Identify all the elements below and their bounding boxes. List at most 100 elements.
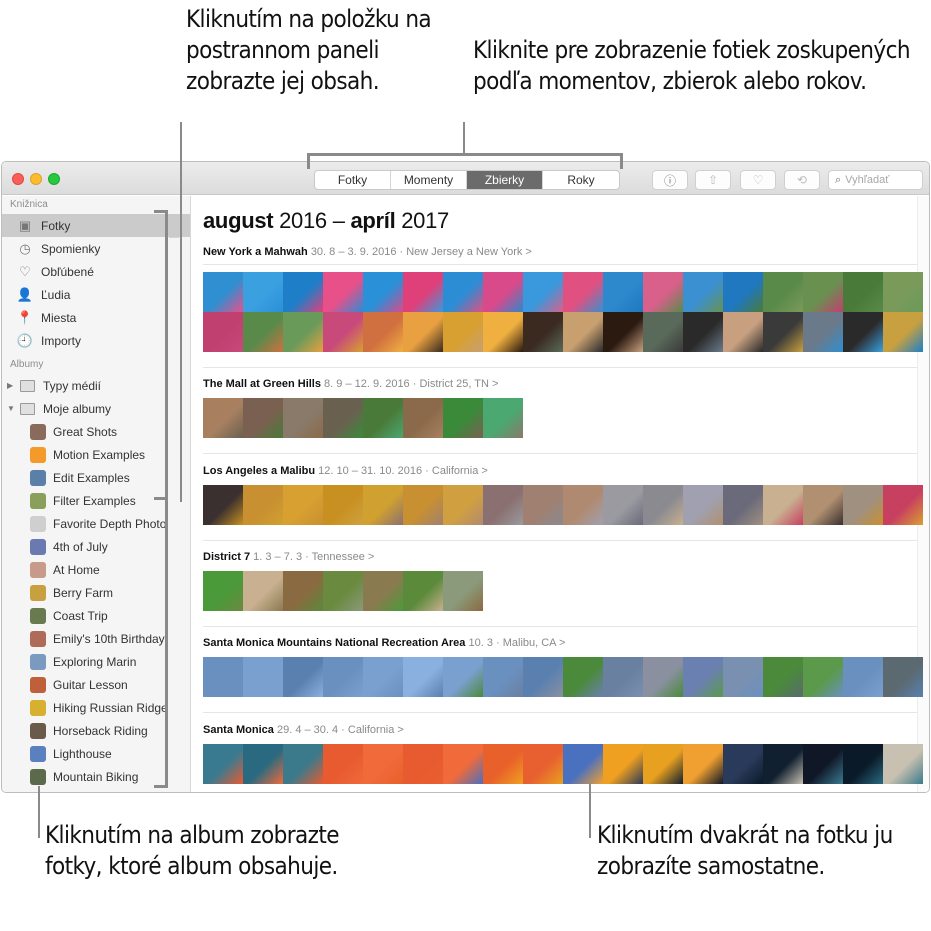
photo-thumbnail[interactable]: [283, 571, 323, 611]
photo-thumbnail[interactable]: [803, 657, 843, 697]
photo-thumbnail[interactable]: [803, 485, 843, 525]
photo-thumbnail[interactable]: [883, 744, 923, 784]
photo-thumbnail[interactable]: [563, 744, 603, 784]
photo-thumbnail[interactable]: [243, 398, 283, 438]
photo-thumbnail[interactable]: [603, 485, 643, 525]
photo-thumbnail[interactable]: [683, 312, 723, 352]
moment-header[interactable]: Los Angeles a Malibu 12. 10 – 31. 10. 20…: [203, 463, 917, 479]
favorite-button[interactable]: ♡: [740, 170, 776, 190]
photo-thumbnail[interactable]: [483, 312, 523, 352]
photo-thumbnail[interactable]: [523, 272, 563, 312]
moment-header[interactable]: New York a Mahwah 30. 8 – 3. 9. 2016 · N…: [203, 244, 917, 260]
photo-thumbnail[interactable]: [843, 657, 883, 697]
photo-thumbnail[interactable]: [763, 657, 803, 697]
photo-thumbnail[interactable]: [243, 485, 283, 525]
photo-thumbnail[interactable]: [403, 571, 443, 611]
photo-thumbnail[interactable]: [803, 272, 843, 312]
photo-thumbnail[interactable]: [723, 272, 763, 312]
photo-thumbnail[interactable]: [723, 744, 763, 784]
photo-thumbnail[interactable]: [843, 272, 883, 312]
photo-thumbnail[interactable]: [363, 571, 403, 611]
photo-thumbnail[interactable]: [323, 571, 363, 611]
photo-thumbnail[interactable]: [243, 744, 283, 784]
info-button[interactable]: ⓘ: [652, 170, 688, 190]
photo-thumbnail[interactable]: [643, 657, 683, 697]
photo-thumbnail[interactable]: [403, 744, 443, 784]
photo-thumbnail[interactable]: [883, 657, 923, 697]
moment-header[interactable]: Santa Monica 29. 4 – 30. 4 · California …: [203, 722, 917, 738]
photo-thumbnail[interactable]: [403, 272, 443, 312]
photo-thumbnail[interactable]: [283, 744, 323, 784]
photo-thumbnail[interactable]: [683, 272, 723, 312]
photo-thumbnail[interactable]: [243, 571, 283, 611]
photo-thumbnail[interactable]: [643, 744, 683, 784]
photo-thumbnail[interactable]: [443, 485, 483, 525]
photo-thumbnail[interactable]: [403, 398, 443, 438]
photo-thumbnail[interactable]: [323, 272, 363, 312]
photo-thumbnail[interactable]: [203, 571, 243, 611]
photo-thumbnail[interactable]: [323, 398, 363, 438]
photo-thumbnail[interactable]: [763, 272, 803, 312]
photo-thumbnail[interactable]: [843, 744, 883, 784]
photo-thumbnail[interactable]: [283, 657, 323, 697]
photo-thumbnail[interactable]: [363, 485, 403, 525]
photo-thumbnail[interactable]: [643, 485, 683, 525]
photo-thumbnail[interactable]: [563, 312, 603, 352]
photo-thumbnail[interactable]: [203, 485, 243, 525]
photo-thumbnail[interactable]: [363, 272, 403, 312]
photo-thumbnail[interactable]: [883, 485, 923, 525]
photo-thumbnail[interactable]: [443, 272, 483, 312]
photo-thumbnail[interactable]: [443, 657, 483, 697]
photo-thumbnail[interactable]: [403, 312, 443, 352]
photo-thumbnail[interactable]: [483, 272, 523, 312]
photo-thumbnail[interactable]: [283, 485, 323, 525]
photo-thumbnail[interactable]: [603, 657, 643, 697]
photo-thumbnail[interactable]: [763, 485, 803, 525]
photo-thumbnail[interactable]: [443, 312, 483, 352]
disclosure-expanded-icon[interactable]: ▼: [7, 404, 15, 413]
photo-thumbnail[interactable]: [603, 744, 643, 784]
moment-header[interactable]: District 7 1. 3 – 7. 3 · Tennessee >: [203, 549, 917, 565]
photo-thumbnail[interactable]: [283, 272, 323, 312]
photo-thumbnail[interactable]: [443, 398, 483, 438]
rotate-button[interactable]: ⟲: [784, 170, 820, 190]
tab-fotky[interactable]: Fotky: [315, 171, 391, 189]
tab-zbierky[interactable]: Zbierky: [467, 171, 543, 189]
photo-thumbnail[interactable]: [363, 312, 403, 352]
photo-thumbnail[interactable]: [403, 485, 443, 525]
photo-thumbnail[interactable]: [363, 398, 403, 438]
photo-thumbnail[interactable]: [203, 272, 243, 312]
photo-thumbnail[interactable]: [483, 744, 523, 784]
photo-thumbnail[interactable]: [523, 312, 563, 352]
photo-thumbnail[interactable]: [643, 312, 683, 352]
photo-thumbnail[interactable]: [243, 657, 283, 697]
moment-header[interactable]: The Mall at Green Hills 8. 9 – 12. 9. 20…: [203, 376, 917, 392]
photo-thumbnail[interactable]: [803, 312, 843, 352]
tab-momenty[interactable]: Momenty: [391, 171, 467, 189]
minimize-button[interactable]: [30, 173, 42, 185]
photo-thumbnail[interactable]: [603, 312, 643, 352]
photo-thumbnail[interactable]: [843, 485, 883, 525]
photo-thumbnail[interactable]: [723, 312, 763, 352]
photo-thumbnail[interactable]: [843, 312, 883, 352]
tab-roky[interactable]: Roky: [543, 171, 619, 189]
photo-thumbnail[interactable]: [683, 485, 723, 525]
photo-thumbnail[interactable]: [763, 312, 803, 352]
photo-thumbnail[interactable]: [763, 744, 803, 784]
photo-thumbnail[interactable]: [283, 398, 323, 438]
moment-header[interactable]: Santa Monica Mountains National Recreati…: [203, 635, 917, 651]
photo-thumbnail[interactable]: [723, 657, 763, 697]
photo-thumbnail[interactable]: [203, 657, 243, 697]
photo-thumbnail[interactable]: [363, 744, 403, 784]
photo-thumbnail[interactable]: [203, 744, 243, 784]
photo-thumbnail[interactable]: [723, 485, 763, 525]
photo-thumbnail[interactable]: [243, 312, 283, 352]
photo-thumbnail[interactable]: [443, 571, 483, 611]
photo-thumbnail[interactable]: [883, 312, 923, 352]
photo-thumbnail[interactable]: [603, 272, 643, 312]
photo-thumbnail[interactable]: [323, 657, 363, 697]
photo-thumbnail[interactable]: [283, 312, 323, 352]
close-button[interactable]: [12, 173, 24, 185]
photo-thumbnail[interactable]: [523, 744, 563, 784]
photo-thumbnail[interactable]: [443, 744, 483, 784]
